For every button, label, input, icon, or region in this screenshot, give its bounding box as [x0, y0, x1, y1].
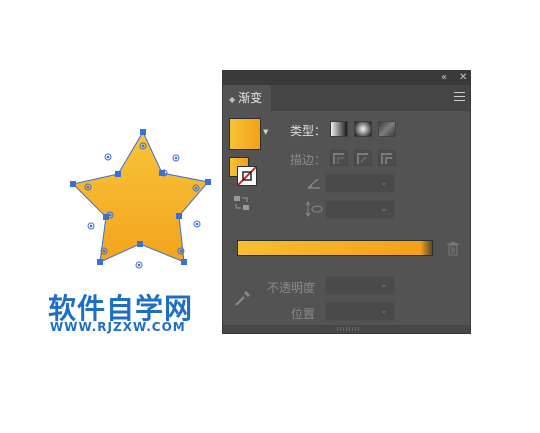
watermark-url: WWW.RJZXW.COM	[50, 320, 186, 334]
tab-arrows-icon: ◆	[229, 95, 236, 104]
stroke-across-button[interactable]	[378, 150, 396, 166]
reverse-gradient-icon[interactable]	[233, 195, 251, 211]
eyedropper-icon[interactable]	[234, 289, 252, 307]
chevron-down-icon: ⌄	[379, 279, 388, 290]
panel-titlebar[interactable]: « ✕	[223, 71, 470, 85]
star-shape[interactable]	[60, 120, 230, 280]
resize-grip[interactable]	[223, 325, 470, 333]
trash-icon[interactable]	[447, 242, 459, 256]
linear-gradient-button[interactable]	[330, 121, 348, 137]
close-icon[interactable]: ✕	[459, 71, 467, 85]
angle-dropdown[interactable]: ⌄	[325, 174, 395, 193]
type-label: 类型：	[290, 124, 327, 138]
aspect-ratio-icon	[305, 201, 323, 217]
stroke-label: 描边：	[290, 153, 327, 167]
hamburger-icon[interactable]	[454, 92, 465, 104]
tab-gradient-label: 渐变	[238, 91, 263, 105]
chevron-down-icon: ⌄	[379, 305, 388, 316]
stroke-within-button[interactable]	[330, 150, 348, 166]
position-label: 位置	[291, 307, 316, 321]
stroke-along-button[interactable]	[354, 150, 372, 166]
collapse-icon[interactable]: «	[441, 71, 447, 85]
stroke-swatch[interactable]	[237, 166, 257, 186]
opacity-dropdown[interactable]: ⌄	[325, 276, 395, 295]
gradient-swatch[interactable]	[229, 118, 261, 150]
freeform-gradient-button[interactable]	[378, 121, 396, 137]
opacity-label: 不透明度	[267, 281, 316, 295]
panel-tab-row: ◆ 渐变	[223, 85, 470, 111]
angle-icon	[307, 178, 320, 189]
gradient-panel: « ✕ ◆ 渐变 ▼ 类型： 描边： ⌄ ⌄ 不透明度 ⌄ 位置 ⌄	[222, 70, 471, 334]
tab-gradient[interactable]: ◆ 渐变	[223, 85, 271, 111]
radial-gradient-button[interactable]	[354, 121, 372, 137]
gradient-slider[interactable]	[237, 240, 433, 256]
chevron-down-icon: ⌄	[379, 203, 388, 214]
chevron-down-icon: ⌄	[379, 177, 388, 188]
chevron-down-icon[interactable]: ▼	[263, 128, 268, 136]
none-stroke-icon	[238, 167, 256, 185]
aspect-ratio-dropdown[interactable]: ⌄	[325, 200, 395, 219]
position-dropdown[interactable]: ⌄	[325, 302, 395, 321]
